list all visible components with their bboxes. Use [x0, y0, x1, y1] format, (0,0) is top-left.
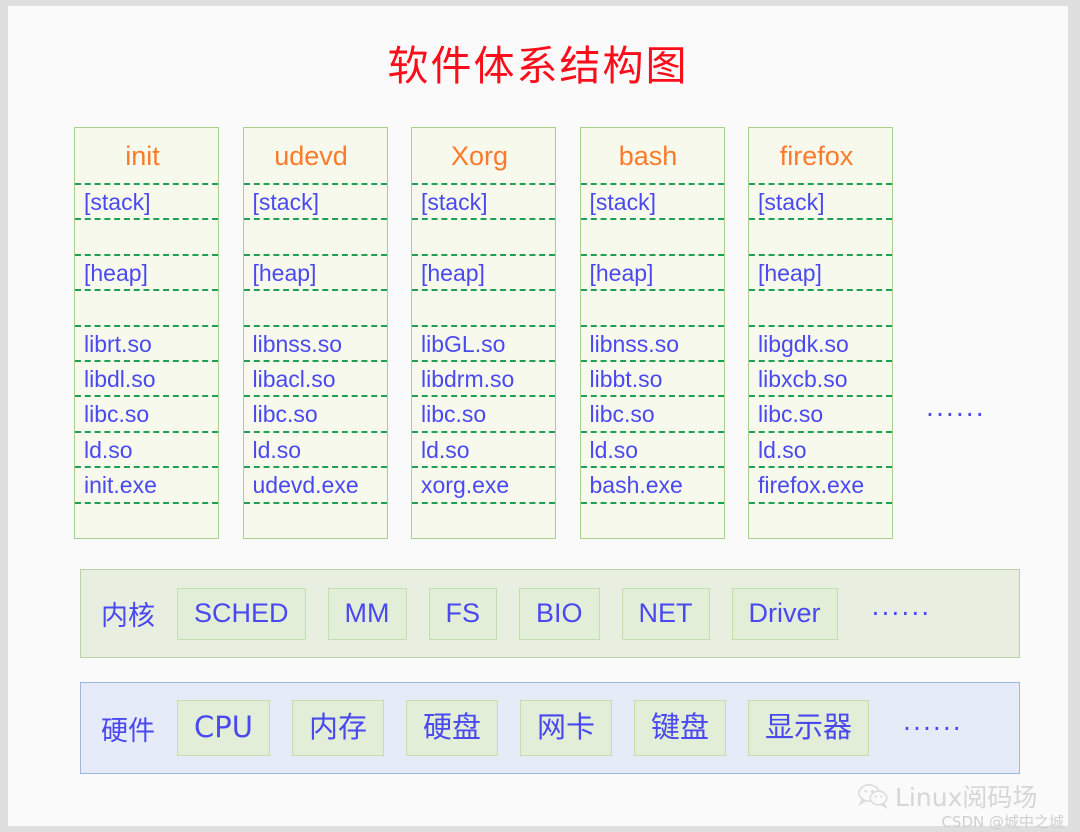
memory-region-row: [stack]: [75, 185, 218, 221]
memory-region-gap: [581, 504, 724, 539]
kernel-label: 内核: [101, 601, 155, 632]
hardware-component-1: 内存: [291, 700, 384, 756]
memory-region-row: bash.exe: [580, 468, 724, 504]
memory-region-row: [stack]: [243, 185, 387, 221]
memory-region-gap: [243, 291, 387, 327]
memory-region-row: [heap]: [412, 256, 555, 292]
hardware-component-5: 显示器: [748, 700, 870, 756]
process-column-firefox: firefox [stack] [heap] libgdk.so libxcb.so li…: [748, 127, 893, 539]
process-column-init: init [stack] [heap] librt.so libdl.so libc.so…: [74, 127, 219, 539]
memory-region-row: libxcb.so: [749, 362, 892, 398]
memory-region-row: ld.so: [75, 433, 218, 469]
memory-region-row: udevd.exe: [243, 468, 387, 504]
memory-region-row: libGL.so: [412, 327, 555, 362]
process-name-label: init: [75, 128, 218, 185]
kernel-box-group: SCHED MM FS BIO NET Driver: [155, 587, 838, 640]
memory-region-row: libgdk.so: [749, 327, 892, 362]
memory-region-row: init.exe: [75, 468, 218, 504]
wechat-icon: [858, 784, 888, 809]
memory-region-gap: [580, 291, 724, 327]
watermark-brand-text: Linux阅码场: [895, 783, 1038, 812]
hardware-component-0: CPU: [177, 700, 270, 756]
memory-region-row: libc.so: [243, 397, 387, 433]
memory-region-row: firefox.exe: [749, 468, 892, 504]
hardware-box-group: CPU 内存 硬盘 网卡 键盘 显示器: [155, 700, 870, 756]
process-name-label: Xorg: [412, 128, 555, 185]
memory-region-gap: [244, 504, 387, 539]
process-column-xorg: Xorg [stack] [heap] libGL.so libdrm.so libc.s…: [411, 127, 556, 539]
memory-region-row: ld.so: [412, 433, 555, 469]
memory-region-row: libbt.so: [580, 362, 724, 398]
hardware-component-3: 网卡: [520, 700, 613, 756]
memory-region-gap: [749, 220, 892, 256]
memory-region-gap: [749, 291, 892, 327]
memory-region-gap: [75, 291, 218, 327]
memory-region-gap: [749, 504, 892, 539]
hardware-label: 硬件: [101, 715, 155, 747]
memory-region-row: [stack]: [580, 185, 724, 221]
hardware-ellipsis: ······: [903, 713, 963, 743]
memory-region-row: ld.so: [580, 433, 724, 469]
memory-region-gap: [412, 504, 555, 539]
memory-region-row: xorg.exe: [412, 468, 555, 504]
memory-region-row: libacl.so: [243, 362, 387, 398]
kernel-layer: 内核 SCHED MM FS BIO NET Driver ······: [80, 569, 1020, 658]
watermark-brand: Linux阅码场: [858, 778, 1037, 814]
memory-region-row: libc.so: [75, 397, 218, 433]
page-title: 软件体系结构图: [387, 42, 689, 90]
process-column-bash: bash [stack] [heap] libnss.so libbt.so libc.s…: [579, 127, 725, 539]
memory-region-gap: [412, 291, 555, 327]
kernel-subsystem-bio: BIO: [519, 587, 600, 640]
kernel-ellipsis: ······: [871, 599, 932, 628]
process-name-label: udevd: [243, 128, 387, 185]
memory-region-row: [heap]: [580, 256, 724, 292]
watermark-credit: CSDN @城中之城: [941, 813, 1064, 831]
hardware-component-2: 硬盘: [405, 700, 498, 756]
memory-region-row: librt.so: [75, 327, 218, 362]
diagram-canvas: 软件体系结构图 init [stack] [heap] librt.so libdl.s…: [8, 6, 1068, 831]
kernel-subsystem-driver: Driver: [731, 587, 838, 640]
memory-region-row: libc.so: [749, 397, 892, 433]
kernel-subsystem-fs: FS: [428, 587, 498, 640]
memory-region-row: ld.so: [749, 433, 892, 469]
memory-region-row: ld.so: [243, 433, 387, 469]
memory-region-row: libnss.so: [580, 327, 724, 362]
memory-region-row: [stack]: [412, 185, 555, 221]
memory-region-row: [heap]: [749, 256, 892, 292]
kernel-subsystem-sched: SCHED: [177, 587, 306, 640]
memory-region-row: libnss.so: [243, 327, 387, 362]
watermark: Linux阅码场 CSDN @城中之城: [844, 778, 1068, 832]
memory-region-row: libc.so: [580, 397, 724, 433]
kernel-subsystem-net: NET: [621, 587, 710, 640]
memory-region-gap: [75, 504, 218, 539]
memory-region-gap: [243, 220, 387, 256]
process-columns-group: init [stack] [heap] librt.so libdl.so libc.so…: [74, 127, 1004, 539]
memory-region-row: libdrm.so: [412, 362, 555, 398]
process-ellipsis: ······: [926, 400, 986, 429]
memory-region-row: [stack]: [749, 185, 892, 221]
memory-region-gap: [412, 220, 555, 256]
kernel-subsystem-mm: MM: [327, 587, 407, 640]
hardware-component-4: 键盘: [634, 700, 727, 756]
memory-region-row: [heap]: [75, 256, 218, 292]
memory-region-row: [heap]: [243, 256, 387, 292]
hardware-layer: 硬件 CPU 内存 硬盘 网卡 键盘 显示器 ······: [80, 682, 1020, 774]
process-name-label: bash: [580, 128, 724, 185]
memory-region-gap: [580, 220, 724, 256]
process-column-udevd: udevd [stack] [heap] libnss.so libacl.so libc…: [242, 127, 388, 539]
memory-region-gap: [75, 220, 218, 256]
memory-region-row: libdl.so: [75, 362, 218, 398]
memory-region-row: libc.so: [412, 397, 555, 433]
process-name-label: firefox: [749, 128, 892, 185]
